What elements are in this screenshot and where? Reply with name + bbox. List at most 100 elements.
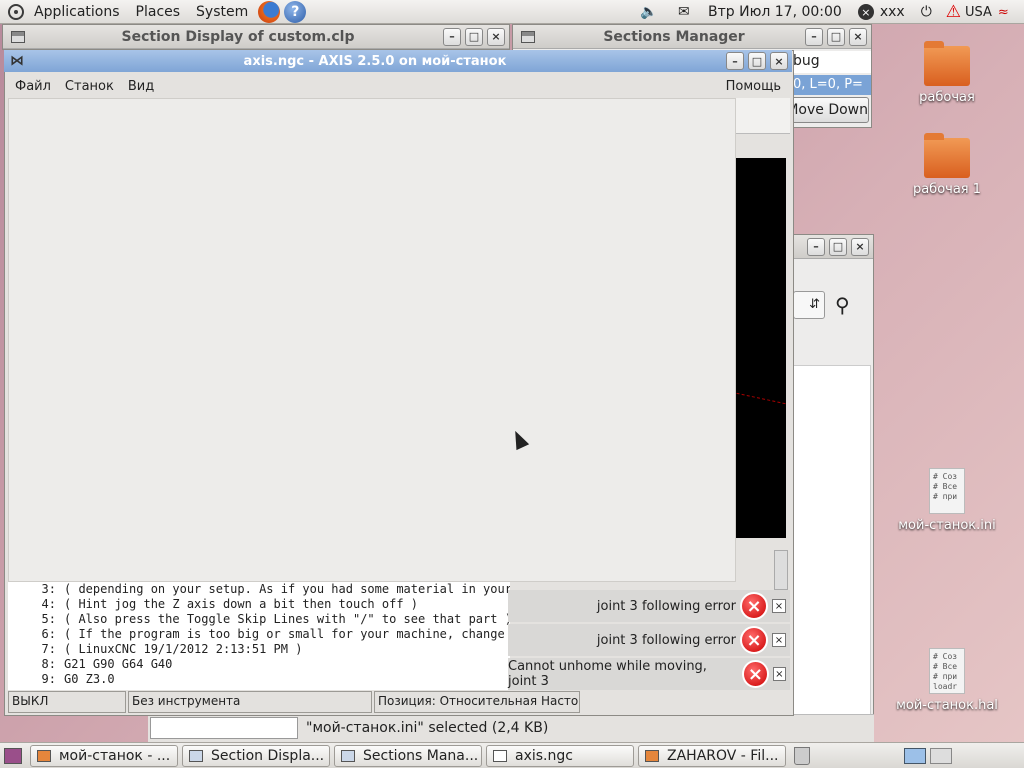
desktop-icon-folder[interactable]: рабочая <box>892 41 1002 105</box>
mail-icon[interactable]: ✉ <box>678 4 698 20</box>
line-number: 4: <box>41 597 56 611</box>
power-icon[interactable]: ⏻ <box>921 4 932 20</box>
close-button[interactable]: × <box>851 237 869 256</box>
bottom-panel: мой-станок - ... Section Displa... Secti… <box>0 742 1024 768</box>
taskbar-label: мой-станок - ... <box>59 747 171 764</box>
line-text: ( Hint jog the Z axis down a bit then to… <box>64 597 419 611</box>
ubuntu-logo-icon[interactable] <box>8 3 24 20</box>
taskbar-button[interactable]: Sections Mana... <box>334 744 482 767</box>
desktop-icon-file[interactable]: # Соз # Все # при loadr мой-станок.hal <box>892 648 1002 713</box>
workspace-switcher[interactable] <box>930 747 952 764</box>
keyboard-layout[interactable]: USA <box>965 5 992 20</box>
desktop-icon-file[interactable]: # Соз # Все # при мой-станок.ini <box>892 468 1002 533</box>
desktop-icon-label: рабочая 1 <box>912 182 982 197</box>
close-icon[interactable]: × <box>772 599 786 613</box>
taskbar-button[interactable]: axis.ngc <box>486 744 634 767</box>
error-icon: × <box>740 592 768 620</box>
line-number: 6: <box>41 627 56 641</box>
gcode-line[interactable]: 7: ( LinuxCNC 19/1/2012 2:13:51 PM ) <box>12 642 510 657</box>
location-field[interactable] <box>150 717 298 739</box>
section-display-titlebar[interactable]: Section Display of custom.clp – □ × <box>3 25 509 49</box>
user-status-icon[interactable]: × <box>857 4 874 20</box>
show-desktop-icon[interactable] <box>4 747 22 764</box>
top-panel: Applications Places System ? 🔈 ✉ Втр Июл… <box>0 0 1024 24</box>
file-browser-statusbar: "мой-станок.ini" selected (2,4 KB) <box>148 714 874 742</box>
help-icon[interactable]: ? <box>284 0 307 23</box>
selection-status: "мой-станок.ini" selected (2,4 KB) <box>306 720 549 736</box>
dropdown-arrow-icon[interactable]: ⇵ <box>793 291 825 319</box>
section-display-window: Section Display of custom.clp – □ × <box>2 24 510 50</box>
scrollbar[interactable] <box>774 550 788 590</box>
trash-icon[interactable] <box>794 746 810 765</box>
menu-machine[interactable]: Станок <box>58 79 121 94</box>
gcode-listing[interactable]: 3: ( depending on your setup. As if you h… <box>8 582 510 690</box>
text-file-icon: # Соз # Все # при loadr <box>929 648 965 694</box>
toolpath-line <box>736 392 786 405</box>
line-number: 9: <box>41 672 56 686</box>
minimize-button[interactable]: – <box>807 237 825 256</box>
volume-icon[interactable]: 🔈 <box>640 4 662 20</box>
clock[interactable]: Втр Июл 17, 00:00 <box>708 4 842 20</box>
close-button[interactable]: × <box>849 27 867 46</box>
sections-manager-titlebar[interactable]: Sections Manager – □ × <box>513 25 871 49</box>
maximize-button[interactable]: □ <box>827 27 845 46</box>
tool-status: Без инструмента <box>128 691 372 713</box>
error-notification: joint 3 following error × × <box>508 590 790 622</box>
wifi-icon[interactable]: ≈ <box>998 5 1009 20</box>
axis-titlebar[interactable]: ⋈ axis.ngc - AXIS 2.5.0 on мой-станок – … <box>4 50 792 72</box>
firefox-icon[interactable] <box>258 0 281 23</box>
line-number: 5: <box>41 612 56 626</box>
sections-field[interactable]: bug <box>791 51 871 73</box>
error-notification: Cannot unhome while moving, joint 3 × × <box>508 658 790 690</box>
menu-places[interactable]: Places <box>128 4 189 20</box>
notification-text: Cannot unhome while moving, joint 3 <box>508 659 707 689</box>
folder-icon <box>924 133 970 178</box>
maximize-button[interactable]: □ <box>748 52 766 70</box>
workspace-switcher[interactable] <box>904 747 926 764</box>
folder-icon <box>37 749 51 762</box>
notification-text: joint 3 following error <box>596 632 736 648</box>
close-button[interactable]: × <box>487 27 505 46</box>
gcode-line[interactable]: 6: ( If the program is too big or small f… <box>12 627 510 642</box>
gcode-line[interactable]: 3: ( depending on your setup. As if you h… <box>12 582 510 597</box>
close-button[interactable]: × <box>770 52 788 70</box>
taskbar-label: ZAHAROV - Fil... <box>667 747 779 764</box>
minimize-button[interactable]: – <box>443 27 461 46</box>
menu-help[interactable]: Помощь <box>719 79 788 94</box>
taskbar-button[interactable]: ZAHAROV - Fil... <box>638 744 786 767</box>
axis-tab-strip[interactable] <box>736 98 790 134</box>
gcode-line[interactable]: 9: G0 Z3.0 <box>12 672 510 687</box>
minimize-button[interactable]: – <box>726 52 744 70</box>
taskbar-button[interactable]: Section Displa... <box>182 744 330 767</box>
warning-icon[interactable]: ⚠ <box>946 2 961 22</box>
text-file-icon: # Соз # Все # при <box>929 468 965 514</box>
file-list[interactable] <box>793 365 871 715</box>
folder-icon <box>924 41 970 86</box>
menu-applications[interactable]: Applications <box>26 4 128 20</box>
menu-file[interactable]: Файл <box>8 79 58 94</box>
user-name[interactable]: xxx <box>880 4 905 20</box>
toolpath-preview[interactable] <box>736 158 786 538</box>
close-icon[interactable]: × <box>772 667 786 681</box>
close-icon[interactable]: × <box>772 633 786 647</box>
maximize-button[interactable]: □ <box>829 237 847 256</box>
axis-statusbar: ВЫКЛ Без инструмента Позиция: Относитель… <box>8 691 792 713</box>
minimize-button[interactable]: – <box>805 27 823 46</box>
gcode-line[interactable]: 4: ( Hint jog the Z axis down a bit then … <box>12 597 510 612</box>
maximize-button[interactable]: □ <box>465 27 483 46</box>
gcode-line[interactable]: 5: ( Also press the Toggle Skip Lines wit… <box>12 612 510 627</box>
machine-state: ВЫКЛ <box>8 691 126 713</box>
desktop-icon-folder[interactable]: рабочая 1 <box>892 133 1002 197</box>
desktop-icon-label: мой-станок.ini <box>898 518 996 533</box>
menu-view[interactable]: Вид <box>121 79 161 94</box>
taskbar-label: Section Displa... <box>211 747 325 764</box>
line-number: 8: <box>41 657 56 671</box>
gcode-line[interactable]: 8: G21 G90 G64 G40 <box>12 657 510 672</box>
move-down-button[interactable]: Move Down <box>789 97 869 123</box>
sections-list-selected[interactable]: 0, L=0, P= <box>791 75 871 95</box>
taskbar-button[interactable]: мой-станок - ... <box>30 744 178 767</box>
search-icon[interactable]: ⚲ <box>835 293 850 317</box>
menu-system[interactable]: System <box>188 4 256 20</box>
desktop-icon-label: мой-станок.hal <box>896 698 998 713</box>
desktop-icon-label: рабочая <box>919 90 975 105</box>
